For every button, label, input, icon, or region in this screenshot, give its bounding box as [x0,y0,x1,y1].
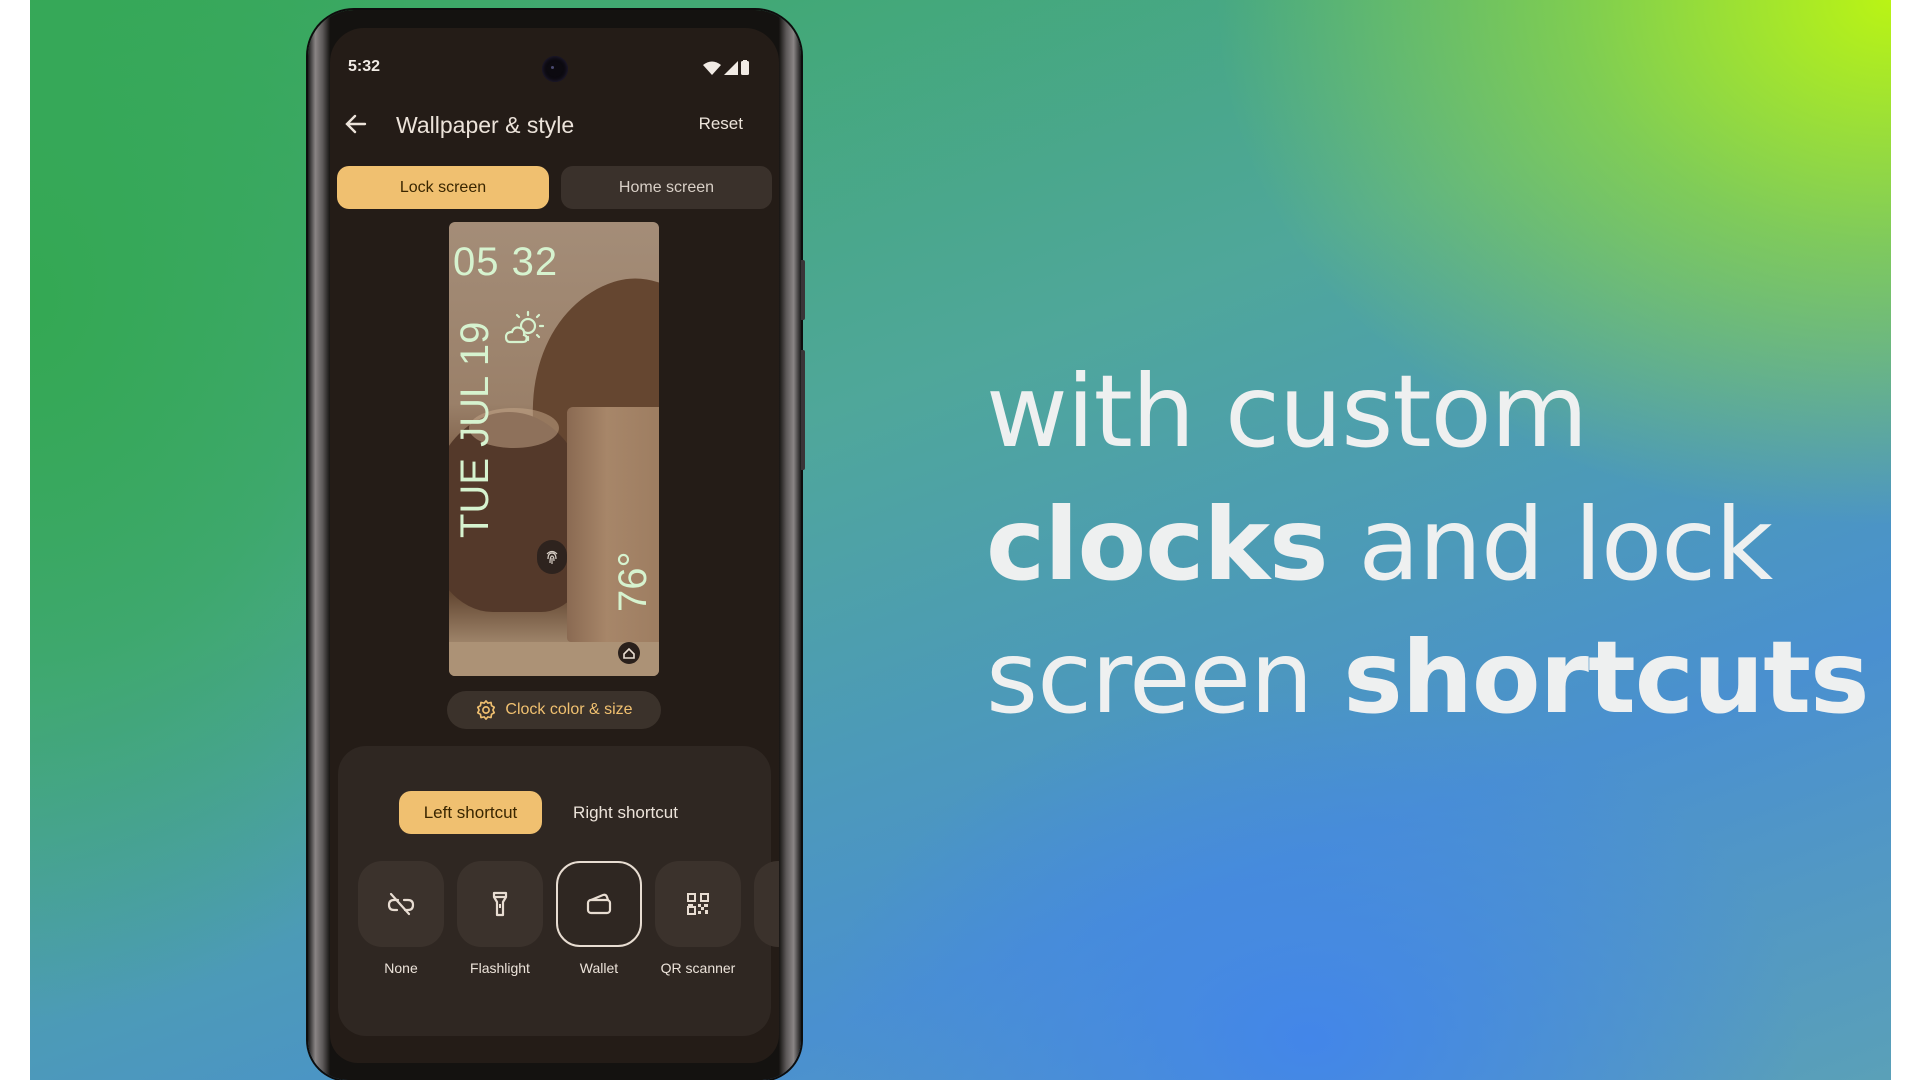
tab-right-shortcut[interactable]: Right shortcut [554,791,697,834]
shortcut-tile[interactable] [457,861,543,947]
headline-text-bold: clocks [986,486,1329,603]
shortcut-option-wallet[interactable]: Wallet [556,861,642,976]
headline-line-2: clocks and lock [986,478,1869,611]
shortcut-label: QR scanner [660,960,736,976]
phone-device: 5:32 Wallpaper & style Reset Lock screen… [308,10,805,1080]
wallet-icon [586,893,612,915]
headline-text-bold: shortcuts [1343,619,1869,736]
shortcut-label: Flashlight [470,960,530,976]
fingerprint-icon[interactable] [537,540,567,574]
page-title: Wallpaper & style [396,112,575,138]
shortcut-label: None [384,960,418,976]
status-icons [703,60,749,75]
gradient-background: 5:32 Wallpaper & style Reset Lock screen… [30,0,1891,1080]
headline-text: and lock [1327,486,1773,603]
shortcut-option-qr-scanner[interactable]: QR scanner [655,861,741,976]
gear-icon [477,700,496,720]
arrow-back-icon[interactable] [342,110,370,138]
preview-temperature: 76° [611,551,655,613]
tab-home-screen[interactable]: Home screen [561,166,772,209]
headline-line-3: screen shortcuts [986,611,1870,744]
tab-lock-screen[interactable]: Lock screen [337,166,549,209]
shortcut-option-flashlight[interactable]: Flashlight [457,861,543,976]
link-off-icon [387,892,415,916]
shortcut-tile[interactable] [655,861,741,947]
flashlight-icon [492,891,508,917]
shortcut-tile-partial[interactable] [754,861,779,947]
headline-text: screen [986,619,1344,736]
cellular-signal-icon [724,61,738,75]
headline-text: with custom [986,353,1588,470]
partly-cloudy-icon [504,310,544,344]
phone-screen: 5:32 Wallpaper & style Reset Lock screen… [330,28,779,1063]
volume-button [801,350,805,470]
preview-date: TUE JUL 19 [453,321,497,538]
reset-button[interactable]: Reset [699,114,743,134]
shortcut-label: Wallet [579,960,619,976]
power-button [801,260,805,320]
shortcut-tile-selected[interactable] [556,861,642,947]
shortcut-option-none[interactable]: None [358,861,444,976]
clock-color-size-button[interactable]: Clock color & size [447,691,661,729]
front-camera [542,56,568,82]
status-time: 5:32 [348,58,381,75]
headline-line-1: with custom [986,345,1869,478]
lock-screen-preview[interactable]: 05 32 TUE JUL 19 76° [449,222,659,676]
shortcut-options: None Flashlight Wallet QR scanner [358,861,741,976]
shortcut-tile[interactable] [358,861,444,947]
clock-color-size-label: Clock color & size [505,701,633,718]
preview-clock-time: 05 32 [453,240,559,284]
qr-code-icon [687,893,709,915]
wifi-icon [703,61,721,75]
headline: with custom clocks and lock screen short… [986,345,1870,744]
shortcut-panel: Left shortcut Right shortcut None Flashl… [338,746,779,1036]
home-icon[interactable] [618,642,640,664]
tab-left-shortcut[interactable]: Left shortcut [399,791,542,834]
battery-icon [741,60,749,75]
